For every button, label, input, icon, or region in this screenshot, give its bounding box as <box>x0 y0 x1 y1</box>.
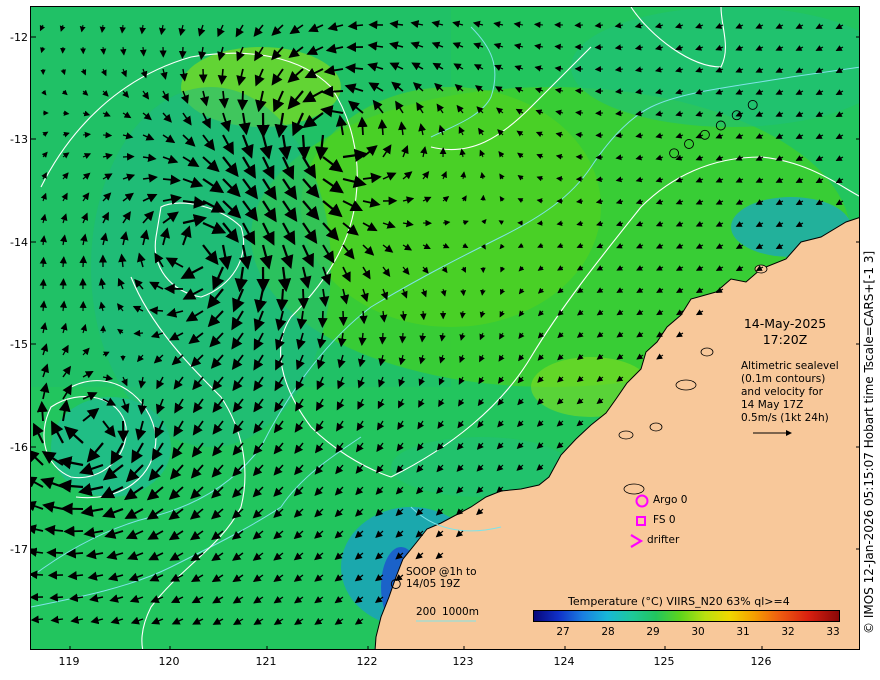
lat-label-12: -12 <box>10 31 28 44</box>
altimetry-note: Altimetric sealevel (0.1m contours) and … <box>741 360 839 425</box>
sst-map[interactable] <box>31 7 860 650</box>
velocity-arrow <box>139 46 147 57</box>
velocity-arrow <box>49 593 64 602</box>
velocity-arrow <box>536 220 544 226</box>
isobath-1000-label: 1000m <box>442 606 479 618</box>
velocity-arrow <box>317 310 328 328</box>
colorbar-tick: 28 <box>601 626 615 638</box>
velocity-arrow <box>63 525 84 537</box>
soop-line: SOOP @1h to <box>406 566 477 578</box>
map-time: 17:20Z <box>762 332 808 347</box>
isobath-200-label: 200 <box>416 606 437 618</box>
altimetry-line: Altimetric sealevel <box>741 360 839 372</box>
velocity-arrow <box>554 43 564 51</box>
lon-label-121: 121 <box>255 655 277 668</box>
velocity-arrow <box>594 44 604 51</box>
lon-label-120: 120 <box>158 655 180 668</box>
colorbar-tick: 29 <box>646 626 660 638</box>
velocity-arrow <box>149 306 164 315</box>
colorbar <box>533 610 840 622</box>
velocity-arrow <box>59 278 67 290</box>
velocity-arrow <box>39 278 47 290</box>
velocity-arrow <box>102 131 113 139</box>
legend-argo-label: Argo 0 <box>653 494 688 506</box>
velocity-arrow <box>297 288 310 310</box>
lon-label-125: 125 <box>653 655 675 668</box>
velocity-arrow <box>133 329 144 337</box>
velocity-arrow <box>178 46 187 59</box>
colorbar-tick: 32 <box>781 626 795 638</box>
velocity-arrow <box>79 255 88 268</box>
colorbar-title: Temperature (°C) VIIRS_N20 63% ql>=4 <box>568 595 790 608</box>
velocity-arrow <box>59 256 67 268</box>
lon-label-124: 124 <box>553 655 575 668</box>
lon-label-119: 119 <box>58 655 80 668</box>
lat-label-17: -17 <box>10 543 28 556</box>
soop-line: 14/05 19Z <box>406 578 461 590</box>
velocity-arrow <box>575 109 584 116</box>
legend-drifter-label: drifter <box>647 534 680 546</box>
imos-credit: © IMOS 12-Jan-2026 05:15:07 Hobart time … <box>862 250 876 634</box>
velocity-arrow <box>377 119 388 136</box>
velocity-arrow <box>595 154 604 161</box>
colorbar-tick: 30 <box>691 626 705 638</box>
map-frame[interactable] <box>30 6 860 650</box>
velocity-arrow <box>575 131 584 138</box>
colorbar-tick: 27 <box>556 626 570 638</box>
velocity-arrow <box>338 310 348 327</box>
map-date: 14-May-2025 <box>743 316 827 331</box>
colorbar-tick: 31 <box>736 626 750 638</box>
altimetry-line: 0.5m/s (1kt 24h) <box>741 412 829 424</box>
altimetry-line: and velocity for <box>741 386 823 398</box>
velocity-arrow <box>46 547 64 558</box>
lon-label-122: 122 <box>356 655 378 668</box>
velocity-arrow <box>65 548 84 559</box>
altimetry-line: 14 May 17Z <box>741 399 804 411</box>
velocity-arrow <box>533 21 544 29</box>
velocity-arrow <box>399 332 407 344</box>
velocity-arrow <box>237 90 249 111</box>
lon-label-123: 123 <box>452 655 474 668</box>
soop-note: SOOP @1h to 14/05 19Z <box>406 566 477 590</box>
velocity-arrow <box>39 256 47 268</box>
colorbar-tick: 33 <box>826 626 840 638</box>
velocity-arrow <box>36 400 49 422</box>
lon-label-126: 126 <box>750 655 772 668</box>
velocity-arrow <box>122 152 135 161</box>
velocity-arrow <box>357 116 368 136</box>
altimetry-line: (0.1m contours) <box>741 373 826 385</box>
velocity-arrow <box>297 134 311 161</box>
lat-label-14: -14 <box>10 236 28 249</box>
lat-label-15: -15 <box>10 338 28 351</box>
lat-label-16: -16 <box>10 441 28 454</box>
velocity-arrow <box>378 332 387 345</box>
lat-label-13: -13 <box>10 133 28 146</box>
velocity-arrow <box>31 570 44 580</box>
legend-fs-label: FS 0 <box>653 514 676 526</box>
velocity-arrow <box>321 85 344 98</box>
date-block: 14-May-2025 17:20Z <box>740 316 830 348</box>
velocity-arrow <box>198 68 208 84</box>
